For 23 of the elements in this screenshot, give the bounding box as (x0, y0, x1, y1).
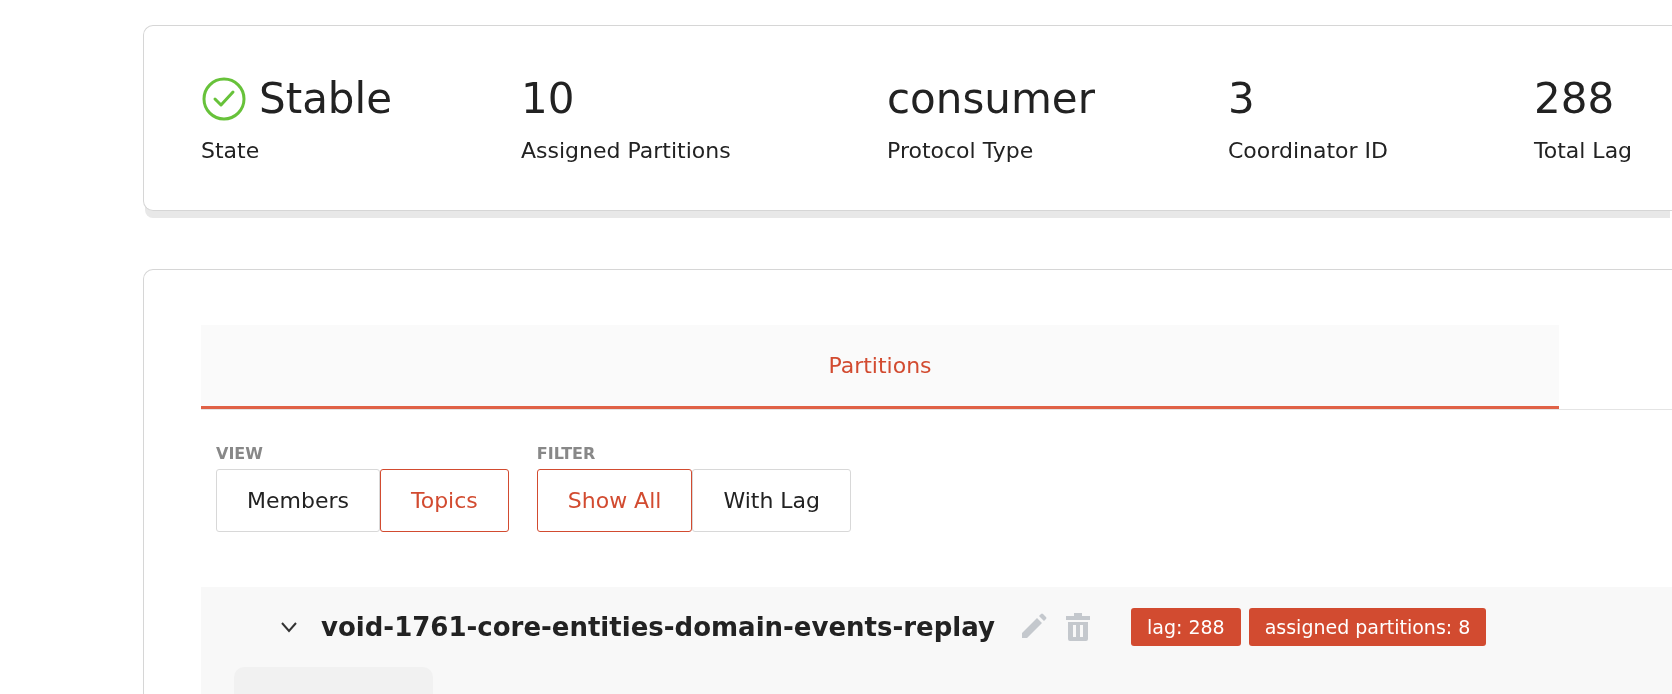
filter-option[interactable]: Show All (536, 469, 693, 532)
partitions-tab[interactable]: Partitions (201, 325, 1559, 409)
stat-value: Stable (259, 74, 393, 123)
stat-value: 3 (1228, 74, 1255, 123)
stat-value: 10 (521, 74, 575, 123)
stat-value: consumer (887, 74, 1095, 123)
check-circle-icon (201, 75, 247, 122)
stat-label: Total Lag (1534, 137, 1634, 163)
stat-label: Assigned Partitions (521, 137, 732, 163)
filter-option[interactable]: With Lag (692, 469, 852, 532)
filter-label: FILTER (536, 444, 597, 463)
topic-badge: lag: 288 (1130, 608, 1241, 646)
view-option[interactable]: Members (216, 469, 380, 532)
chevron-icon[interactable] (279, 620, 299, 634)
stat-value: 288 (1534, 74, 1615, 123)
stat-label: Coordinator ID (1228, 137, 1389, 163)
view-option[interactable]: Topics (379, 469, 509, 532)
trash-icon[interactable] (1064, 612, 1091, 642)
topic-badge: assigned partitions: 8 (1248, 608, 1487, 646)
topic-name: void-1761-core-entities-domain-events-replay (321, 612, 995, 642)
stat-label: Protocol Type (887, 137, 1035, 163)
view-label: VIEW (216, 444, 264, 463)
stat-label: State (201, 137, 261, 163)
